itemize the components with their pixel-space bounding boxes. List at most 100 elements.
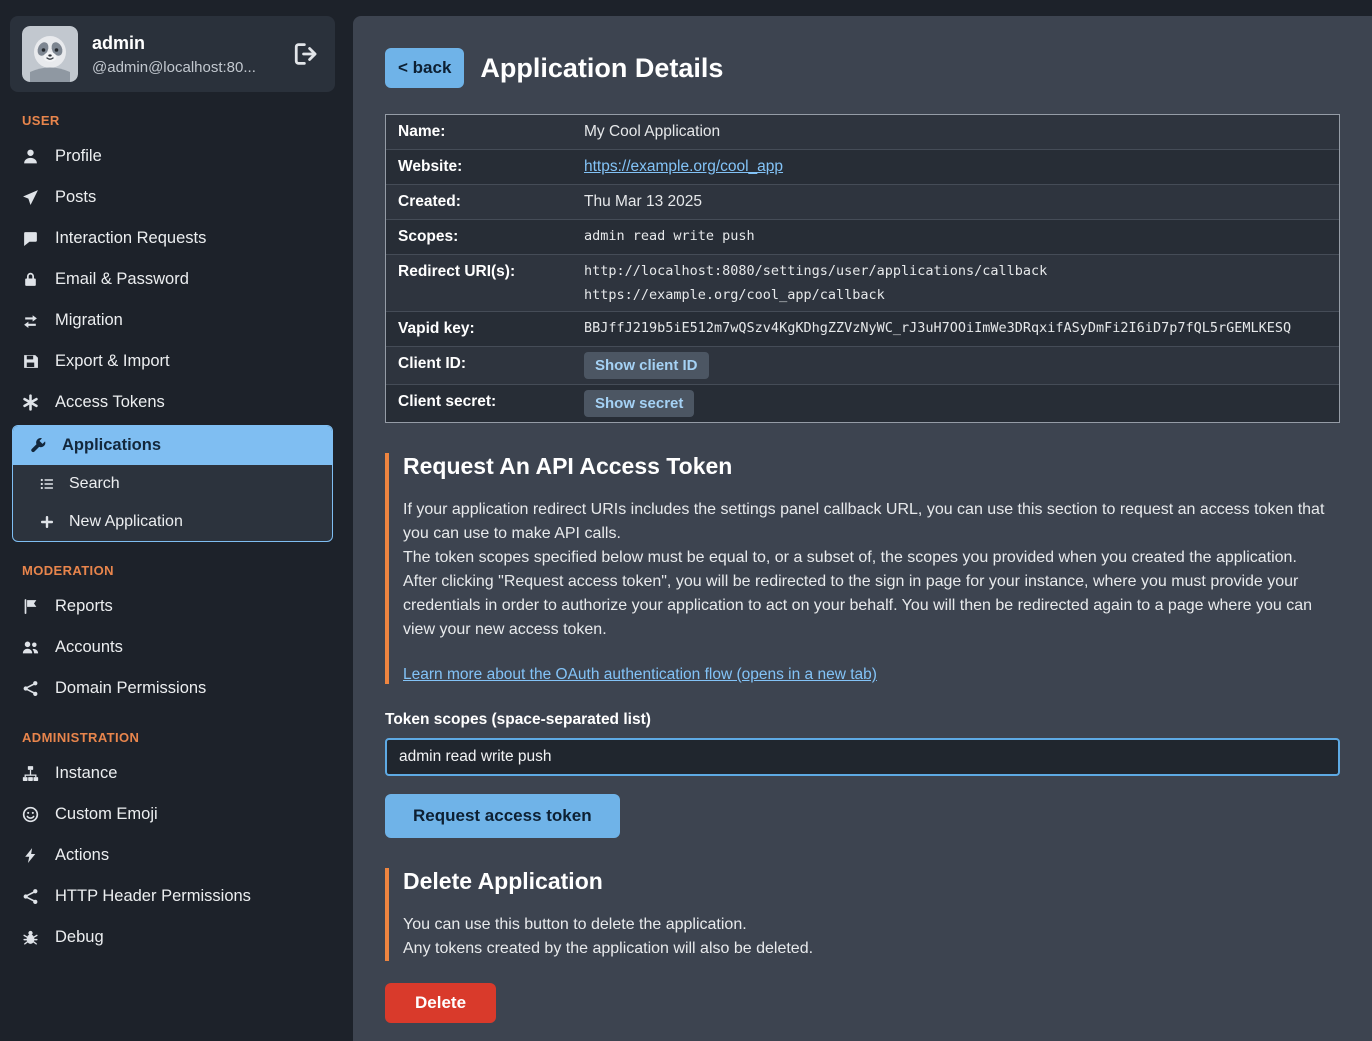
table-row-scopes: Scopes: admin read write push (386, 220, 1339, 255)
sidebar-item-email-password[interactable]: Email & Password (0, 259, 345, 300)
sitemap-icon (22, 765, 39, 782)
request-access-token-button[interactable]: Request access token (385, 794, 620, 838)
show-secret-button[interactable]: Show secret (584, 390, 694, 417)
sidebar-item-label: Debug (55, 928, 104, 947)
user-icon (22, 148, 39, 165)
row-key: Redirect URI(s): (386, 255, 572, 289)
sidebar-item-label: New Application (69, 513, 183, 531)
delete-application-section: Delete Application You can use this butt… (385, 868, 1340, 961)
website-link[interactable]: https://example.org/cool_app (584, 158, 783, 175)
table-row-name: Name: My Cool Application (386, 115, 1339, 150)
bolt-icon (22, 847, 39, 864)
sidebar-item-accounts[interactable]: Accounts (0, 627, 345, 668)
section-paragraph: If your application redirect URIs includ… (403, 498, 1340, 546)
section-paragraph: You can use this button to delete the ap… (403, 913, 1340, 937)
sidebar-item-export-import[interactable]: Export & Import (0, 341, 345, 382)
row-key: Client ID: (386, 347, 572, 381)
row-value: Show secret (572, 385, 1339, 422)
sidebar-item-domain-permissions[interactable]: Domain Permissions (0, 668, 345, 709)
section-label-administration: ADMINISTRATION (22, 730, 323, 745)
row-value: https://example.org/cool_app (572, 150, 1339, 184)
user-handle: @admin@localhost:80... (92, 59, 256, 76)
row-value: admin read write push (572, 220, 1339, 252)
row-value: BBJffJ219b5iE512m7wQSzv4KgKDhgZZVzNyWC_r… (572, 312, 1339, 344)
sidebar-item-instance[interactable]: Instance (0, 753, 345, 794)
delete-button[interactable]: Delete (385, 983, 496, 1023)
sidebar-item-label: Custom Emoji (55, 805, 158, 824)
table-row-client-id: Client ID: Show client ID (386, 347, 1339, 385)
row-key: Name: (386, 115, 572, 149)
page-title: Application Details (480, 53, 723, 84)
share-nodes-icon (22, 680, 39, 697)
section-label-user: USER (22, 113, 323, 128)
flag-icon (22, 598, 39, 615)
show-client-id-button[interactable]: Show client ID (584, 352, 709, 379)
sidebar-item-access-tokens[interactable]: Access Tokens (0, 382, 345, 423)
row-key: Client secret: (386, 385, 572, 419)
comment-icon (22, 230, 39, 247)
section-label-moderation: MODERATION (22, 563, 323, 578)
sidebar-item-actions[interactable]: Actions (0, 835, 345, 876)
sidebar-item-label: Access Tokens (55, 393, 165, 412)
smile-icon (22, 806, 39, 823)
sidebar-item-label: Profile (55, 147, 102, 166)
sidebar-item-custom-emoji[interactable]: Custom Emoji (0, 794, 345, 835)
sidebar-item-label: Migration (55, 311, 123, 330)
user-card[interactable]: admin @admin@localhost:80... (10, 16, 335, 92)
section-paragraph: After clicking "Request access token", y… (403, 570, 1340, 642)
application-details-table: Name: My Cool Application Website: https… (385, 114, 1340, 423)
sidebar-item-new-application[interactable]: New Application (13, 503, 332, 541)
username: admin (92, 33, 256, 54)
sidebar-item-posts[interactable]: Posts (0, 177, 345, 218)
oauth-docs-link[interactable]: Learn more about the OAuth authenticatio… (403, 666, 877, 684)
certificate-icon (22, 394, 39, 411)
sidebar-item-migration[interactable]: Migration (0, 300, 345, 341)
sidebar-item-reports[interactable]: Reports (0, 586, 345, 627)
row-value: Thu Mar 13 2025 (572, 185, 1339, 219)
list-icon (39, 476, 55, 492)
sidebar-item-label: HTTP Header Permissions (55, 887, 251, 906)
floppy-disk-icon (22, 353, 39, 370)
sidebar-item-label: Actions (55, 846, 109, 865)
main-panel: < back Application Details Name: My Cool… (353, 16, 1372, 1041)
row-value: Show client ID (572, 347, 1339, 384)
sidebar-item-label: Applications (62, 436, 161, 455)
section-title: Delete Application (403, 868, 1340, 895)
row-value: http://localhost:8080/settings/user/appl… (572, 255, 1339, 311)
wrench-icon (30, 437, 47, 454)
sidebar-item-profile[interactable]: Profile (0, 136, 345, 177)
sidebar-item-applications[interactable]: Applications (13, 426, 332, 465)
back-button[interactable]: < back (385, 48, 464, 88)
bug-icon (22, 929, 39, 946)
sidebar-item-label: Instance (55, 764, 117, 783)
users-icon (22, 639, 39, 656)
user-meta: admin @admin@localhost:80... (92, 33, 256, 76)
sidebar-item-label: Reports (55, 597, 113, 616)
exchange-arrows-icon (22, 312, 39, 329)
request-token-section: Request An API Access Token If your appl… (385, 453, 1340, 684)
sign-out-icon[interactable] (293, 41, 319, 67)
sidebar-item-label: Email & Password (55, 270, 189, 289)
sidebar-item-http-header-permissions[interactable]: HTTP Header Permissions (0, 876, 345, 917)
sidebar-item-label: Interaction Requests (55, 229, 206, 248)
redirect-uri-1: http://localhost:8080/settings/user/appl… (584, 263, 1327, 279)
sidebar-item-label: Domain Permissions (55, 679, 206, 698)
section-paragraph: The token scopes specified below must be… (403, 546, 1340, 570)
page-header: < back Application Details (385, 48, 1340, 88)
sidebar-item-debug[interactable]: Debug (0, 917, 345, 958)
row-value: My Cool Application (572, 115, 1339, 149)
token-scopes-label: Token scopes (space-separated list) (385, 711, 1340, 729)
redirect-uri-2: https://example.org/cool_app/callback (584, 287, 1327, 303)
row-key: Created: (386, 185, 572, 219)
token-scopes-input[interactable] (385, 738, 1340, 776)
row-key: Vapid key: (386, 312, 572, 346)
sidebar-item-label: Export & Import (55, 352, 170, 371)
row-key: Website: (386, 150, 572, 184)
applications-group: Applications Search New Application (12, 425, 333, 542)
sidebar-item-applications-search[interactable]: Search (13, 465, 332, 503)
sidebar-item-interaction-requests[interactable]: Interaction Requests (0, 218, 345, 259)
share-nodes-icon (22, 888, 39, 905)
table-row-client-secret: Client secret: Show secret (386, 385, 1339, 422)
table-row-created: Created: Thu Mar 13 2025 (386, 185, 1339, 220)
table-row-vapid-key: Vapid key: BBJffJ219b5iE512m7wQSzv4KgKDh… (386, 312, 1339, 347)
